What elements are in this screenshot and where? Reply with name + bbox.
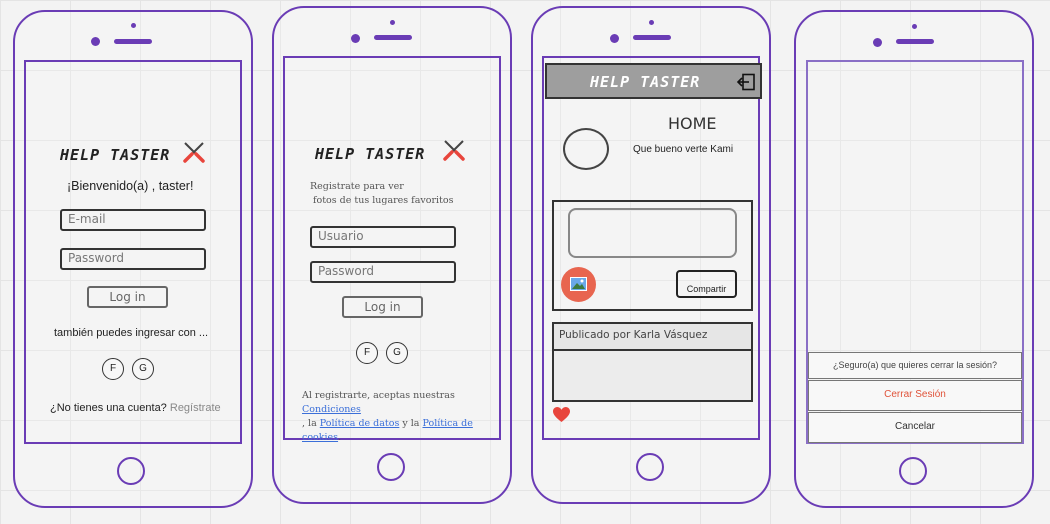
app-logo: HELP TASTER	[590, 73, 701, 91]
speaker	[896, 39, 934, 44]
home-title: HOME	[668, 114, 717, 133]
username-field[interactable]: Usuario	[310, 226, 456, 248]
home-button[interactable]	[377, 453, 405, 481]
speaker	[374, 35, 412, 40]
alt-login-text: también puedes ingresar con ...	[54, 327, 209, 339]
terms-mid-2: y la	[402, 418, 420, 429]
password-field[interactable]: Password	[60, 248, 206, 270]
screen-register	[283, 56, 501, 440]
profile-avatar[interactable]	[563, 128, 609, 170]
intro-line-1: Registrate para ver	[310, 181, 404, 192]
facebook-login-button[interactable]: F	[356, 342, 378, 364]
terms-text: Al registrarte, aceptas nuestras Condici…	[302, 389, 492, 445]
logout-confirm-button[interactable]: Cerrar Sesión	[808, 380, 1022, 411]
front-sensor	[649, 20, 654, 25]
terms-mid-1: , la	[302, 418, 317, 429]
home-button[interactable]	[899, 457, 927, 485]
logout-confirm-text: ¿Seguro(a) que quieres cerrar la sesión?	[808, 352, 1022, 379]
utensils-icon	[183, 142, 205, 163]
conditions-link[interactable]: Condiciones	[302, 404, 361, 415]
login-button[interactable]: Log in	[87, 286, 168, 308]
email-field[interactable]: E-mail	[60, 209, 206, 231]
front-sensor	[390, 20, 395, 25]
front-camera	[351, 34, 360, 43]
front-sensor	[912, 24, 917, 29]
front-sensor	[131, 23, 136, 28]
terms-end: .	[338, 432, 342, 443]
google-login-button[interactable]: G	[132, 358, 154, 380]
app-logo: HELP TASTER	[315, 145, 426, 163]
cancel-button[interactable]: Cancelar	[808, 412, 1022, 443]
no-account-text: ¿No tienes una cuenta?	[50, 402, 167, 414]
login-button[interactable]: Log in	[342, 296, 423, 318]
speaker	[633, 35, 671, 40]
terms-prefix: Al registrarte, aceptas nuestras	[302, 390, 455, 401]
register-link[interactable]: Regístrate	[170, 402, 221, 414]
greeting-text: Que bueno verte Kami	[633, 144, 734, 155]
heart-icon[interactable]	[552, 406, 571, 423]
home-button[interactable]	[636, 453, 664, 481]
front-camera	[91, 37, 100, 46]
front-camera	[610, 34, 619, 43]
utensils-icon	[443, 140, 465, 161]
image-icon	[570, 277, 587, 291]
front-camera	[873, 38, 882, 47]
welcome-text: ¡Bienvenido(a) , taster!	[67, 179, 194, 193]
compose-input[interactable]	[568, 208, 737, 258]
privacy-link[interactable]: Política de datos	[320, 418, 400, 429]
app-logo: HELP TASTER	[60, 146, 171, 164]
google-login-button[interactable]: G	[386, 342, 408, 364]
share-button[interactable]: Compartir	[676, 270, 737, 298]
logout-icon[interactable]	[736, 73, 756, 91]
speaker	[114, 39, 152, 44]
password-field[interactable]: Password	[310, 261, 456, 283]
home-button[interactable]	[117, 457, 145, 485]
intro-line-2: fotos de tus lugares favoritos	[313, 195, 454, 206]
facebook-login-button[interactable]: F	[102, 358, 124, 380]
post-author: Publicado por Karla Vásquez	[559, 329, 708, 341]
signup-prompt: ¿No tienes una cuenta? Regístrate	[50, 402, 221, 414]
